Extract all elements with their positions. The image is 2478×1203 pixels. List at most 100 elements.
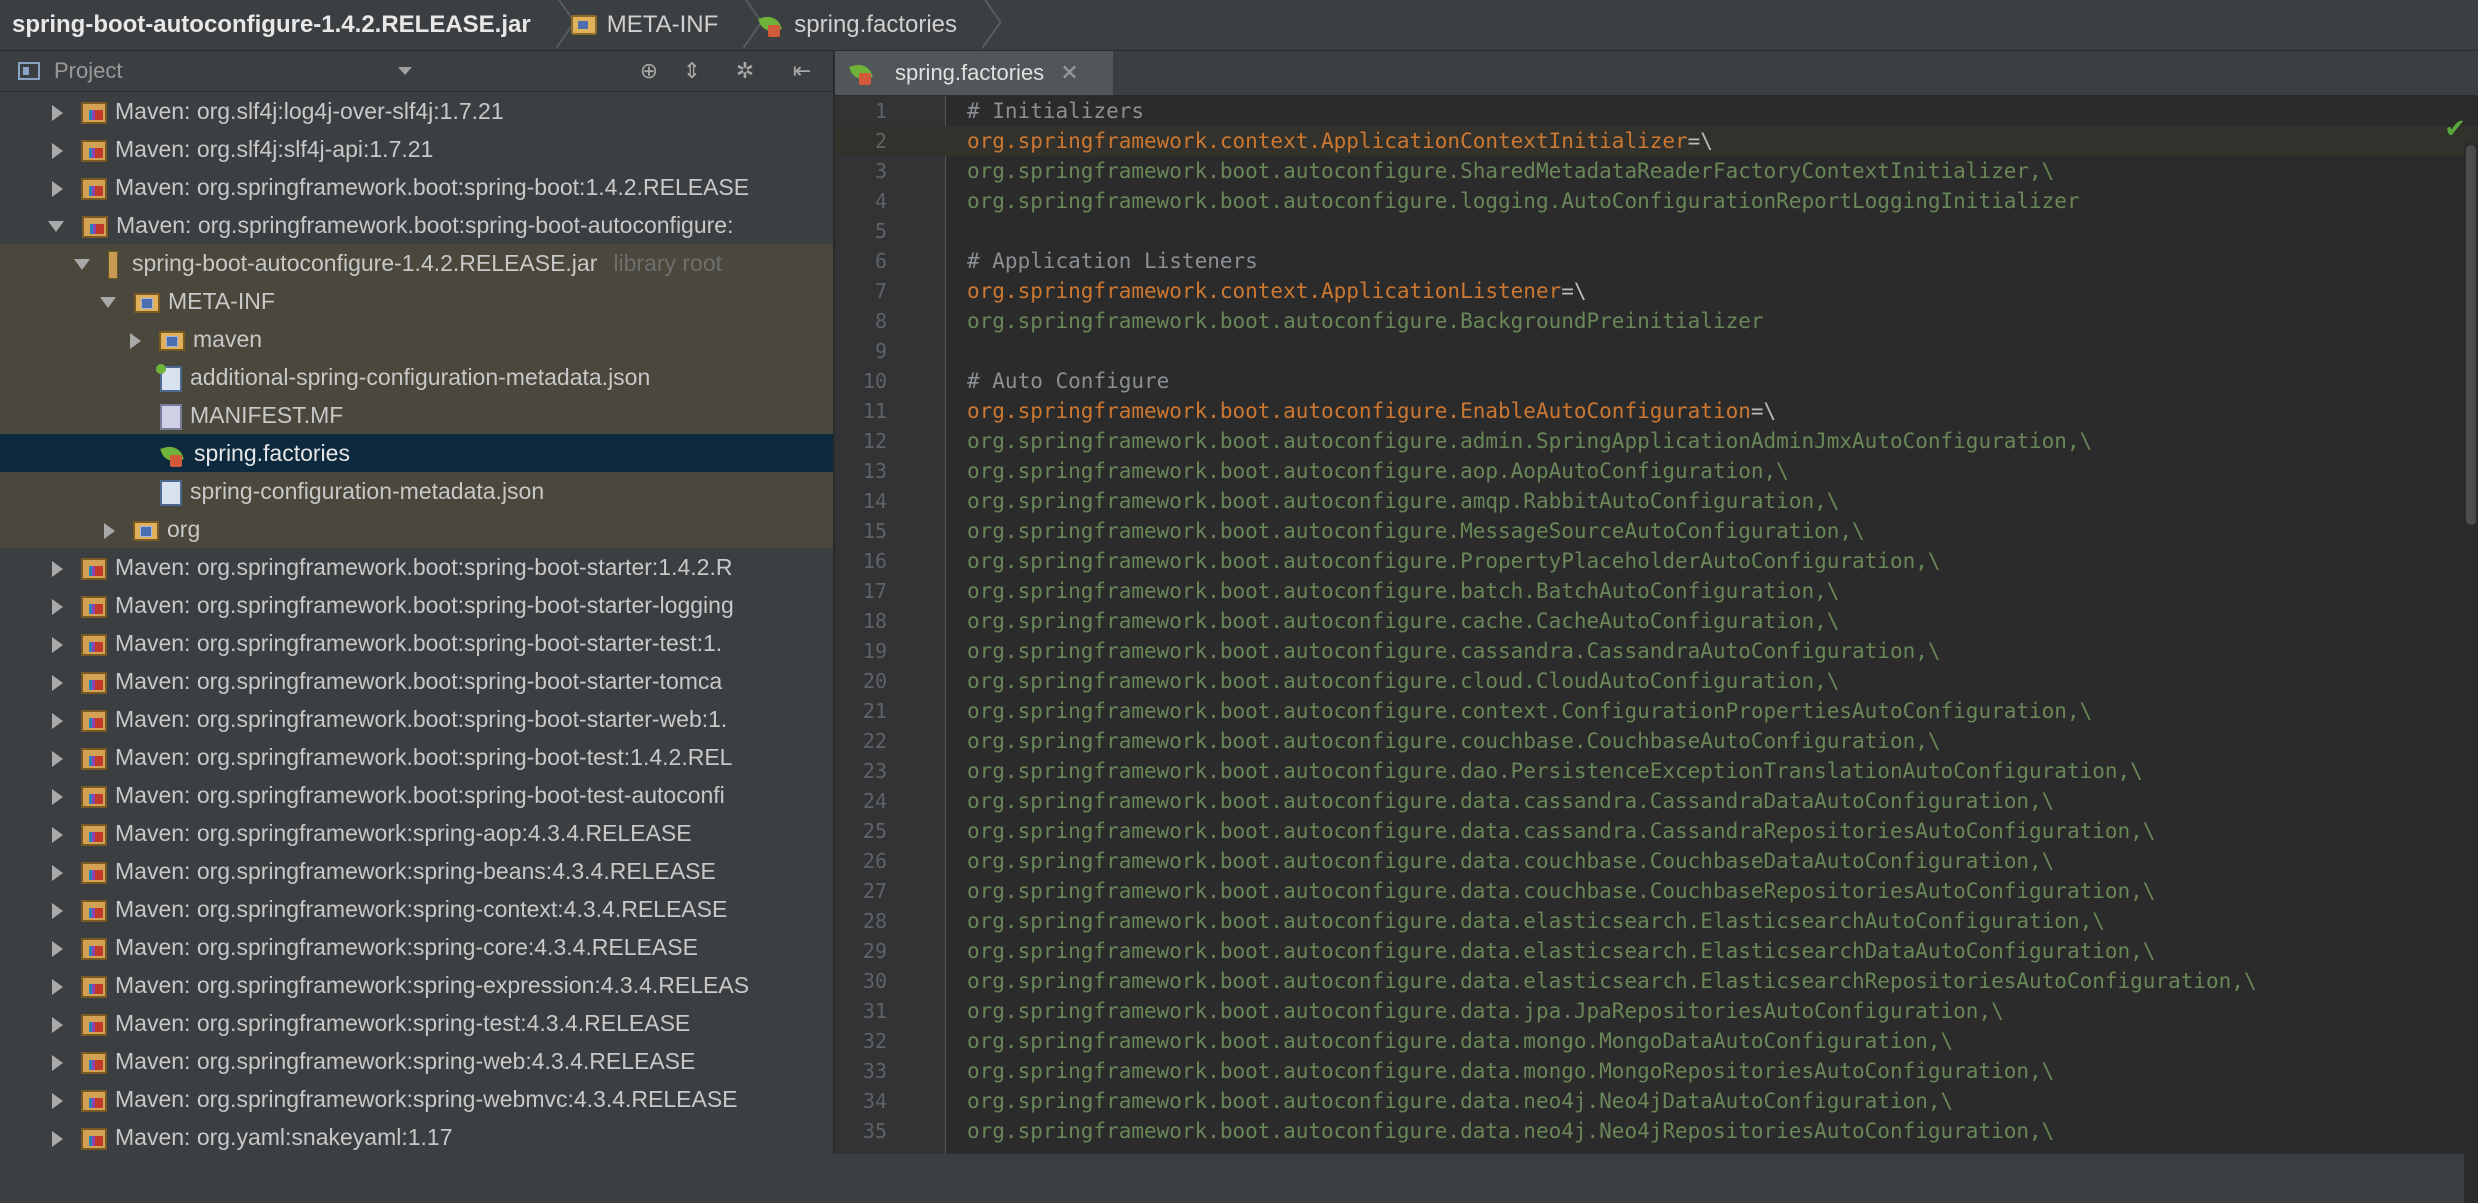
code-line[interactable]: 12 org.springframework.boot.autoconfigure… [835, 426, 2478, 456]
collapsed-arrow-icon[interactable] [52, 788, 63, 805]
collapsed-arrow-icon[interactable] [52, 864, 63, 881]
tree-row[interactable]: Maven: org.springframework.boot:spring-b… [0, 738, 833, 776]
collapsed-arrow-icon[interactable] [52, 712, 63, 729]
tree-row[interactable]: Maven: org.springframework:spring-aop:4.… [0, 814, 833, 852]
code-line[interactable]: 8 org.springframework.boot.autoconfigure.… [835, 306, 2478, 336]
code-line[interactable]: 31 org.springframework.boot.autoconfigure… [835, 996, 2478, 1026]
code-line[interactable]: 28 org.springframework.boot.autoconfigure… [835, 906, 2478, 936]
code-line[interactable]: 3 org.springframework.boot.autoconfigure.… [835, 156, 2478, 186]
code-line[interactable]: 16 org.springframework.boot.autoconfigure… [835, 546, 2478, 576]
tree-row[interactable]: META-INF [0, 282, 833, 320]
collapsed-arrow-icon[interactable] [52, 940, 63, 957]
collapsed-arrow-icon[interactable] [52, 560, 63, 577]
collapsed-arrow-icon[interactable] [52, 142, 63, 159]
collapsed-arrow-icon[interactable] [52, 1016, 63, 1033]
project-view-selector[interactable]: Project [54, 58, 122, 84]
code-line[interactable]: 35 org.springframework.boot.autoconfigure… [835, 1116, 2478, 1146]
collapsed-arrow-icon[interactable] [52, 636, 63, 653]
code-line[interactable]: 33 org.springframework.boot.autoconfigure… [835, 1056, 2478, 1086]
tree-row[interactable]: Maven: org.yaml:snakeyaml:1.17 [0, 1118, 833, 1154]
code-line[interactable]: 26 org.springframework.boot.autoconfigure… [835, 846, 2478, 876]
code-line[interactable]: 1 # Initializers [835, 96, 2478, 126]
tree-row[interactable]: Maven: org.springframework:spring-contex… [0, 890, 833, 928]
code-line[interactable]: 30 org.springframework.boot.autoconfigure… [835, 966, 2478, 996]
tree-row[interactable]: Maven: org.slf4j:slf4j-api:1.7.21 [0, 130, 833, 168]
code-line[interactable]: 22 org.springframework.boot.autoconfigure… [835, 726, 2478, 756]
code-line[interactable]: 23 org.springframework.boot.autoconfigure… [835, 756, 2478, 786]
code-line[interactable]: 29 org.springframework.boot.autoconfigure… [835, 936, 2478, 966]
collapsed-arrow-icon[interactable] [130, 332, 141, 349]
tree-row[interactable]: Maven: org.slf4j:log4j-over-slf4j:1.7.21 [0, 92, 833, 130]
code-line[interactable]: 9 [835, 336, 2478, 366]
chevron-down-icon[interactable] [398, 67, 412, 75]
breadcrumb-file[interactable]: spring.factories [748, 0, 969, 50]
tree-row[interactable]: Maven: org.springframework.boot:spring-b… [0, 624, 833, 662]
code-editor[interactable]: 1 # Initializers 2 org.springframework.cont… [835, 96, 2478, 1154]
collapsed-arrow-icon[interactable] [52, 902, 63, 919]
tree-row[interactable]: MANIFEST.MF [0, 396, 833, 434]
code-line[interactable]: 10 # Auto Configure [835, 366, 2478, 396]
code-line[interactable]: 2 org.springframework.context.Application… [835, 126, 2478, 156]
collapsed-arrow-icon[interactable] [52, 598, 63, 615]
tree-row[interactable]: Maven: org.springframework:spring-test:4… [0, 1004, 833, 1042]
code-line[interactable]: 27 org.springframework.boot.autoconfigure… [835, 876, 2478, 906]
locate-target-icon[interactable]: ⊕ [637, 59, 661, 83]
code-line[interactable]: 25 org.springframework.boot.autoconfigure… [835, 816, 2478, 846]
hide-panel-icon[interactable]: ⇤ [790, 59, 814, 83]
code-line[interactable]: 14 org.springframework.boot.autoconfigure… [835, 486, 2478, 516]
code-line[interactable]: 20 org.springframework.boot.autoconfigure… [835, 666, 2478, 696]
breadcrumb-jar[interactable]: spring-boot-autoconfigure-1.4.2.RELEASE.… [0, 0, 543, 50]
code-line[interactable]: 24 org.springframework.boot.autoconfigure… [835, 786, 2478, 816]
code-line[interactable]: 5 [835, 216, 2478, 246]
scrollbar-thumb[interactable] [2466, 145, 2476, 525]
tree-row[interactable]: Maven: org.springframework.boot:spring-b… [0, 168, 833, 206]
tree-row[interactable]: additional-spring-configuration-metadata… [0, 358, 833, 396]
code-line[interactable]: 19 org.springframework.boot.autoconfigure… [835, 636, 2478, 666]
code-line[interactable]: 4 org.springframework.boot.autoconfigure.… [835, 186, 2478, 216]
collapsed-arrow-icon[interactable] [52, 674, 63, 691]
code-line[interactable]: 34 org.springframework.boot.autoconfigure… [835, 1086, 2478, 1116]
collapsed-arrow-icon[interactable] [104, 522, 115, 539]
close-icon[interactable]: ✕ [1060, 60, 1078, 86]
tree-row[interactable]: Maven: org.springframework.boot:spring-b… [0, 700, 833, 738]
code-line[interactable]: 18 org.springframework.boot.autoconfigure… [835, 606, 2478, 636]
tree-row[interactable]: Maven: org.springframework.boot:spring-b… [0, 662, 833, 700]
code-line[interactable]: 15 org.springframework.boot.autoconfigure… [835, 516, 2478, 546]
tree-row[interactable]: Maven: org.springframework:spring-web:4.… [0, 1042, 833, 1080]
tree-row[interactable]: org [0, 510, 833, 548]
collapsed-arrow-icon[interactable] [52, 1092, 63, 1109]
expanded-arrow-icon[interactable] [74, 259, 90, 271]
collapsed-arrow-icon[interactable] [52, 1054, 63, 1071]
tree-row[interactable]: Maven: org.springframework.boot:spring-b… [0, 206, 833, 244]
gear-icon[interactable]: ✲ [733, 59, 757, 83]
tree-row[interactable]: maven [0, 320, 833, 358]
collapsed-arrow-icon[interactable] [52, 750, 63, 767]
code-line[interactable]: 32 org.springframework.boot.autoconfigure… [835, 1026, 2478, 1056]
collapsed-arrow-icon[interactable] [52, 104, 63, 121]
tab-spring-factories[interactable]: spring.factories ✕ [835, 51, 1113, 95]
tree-row[interactable]: spring-configuration-metadata.json [0, 472, 833, 510]
tree-row[interactable]: Maven: org.springframework.boot:spring-b… [0, 776, 833, 814]
collapsed-arrow-icon[interactable] [52, 978, 63, 995]
expanded-arrow-icon[interactable] [100, 297, 116, 309]
tree-row[interactable]: spring.factories [0, 434, 833, 472]
collapsed-arrow-icon[interactable] [52, 180, 63, 197]
code-line[interactable]: 21 org.springframework.boot.autoconfigure… [835, 696, 2478, 726]
tree-row[interactable]: Maven: org.springframework.boot:spring-b… [0, 548, 833, 586]
tree-row[interactable]: Maven: org.springframework:spring-core:4… [0, 928, 833, 966]
breadcrumb-folder[interactable]: META-INF [561, 0, 731, 50]
tree-row[interactable]: Maven: org.springframework:spring-beans:… [0, 852, 833, 890]
tree-row[interactable]: Maven: org.springframework:spring-expres… [0, 966, 833, 1004]
code-line[interactable]: 13 org.springframework.boot.autoconfigure… [835, 456, 2478, 486]
collapsed-arrow-icon[interactable] [52, 826, 63, 843]
code-line[interactable]: 11 org.springframework.boot.autoconfigure… [835, 396, 2478, 426]
tree-row[interactable]: Maven: org.springframework:spring-webmvc… [0, 1080, 833, 1118]
expanded-arrow-icon[interactable] [48, 221, 64, 233]
code-line[interactable]: 17 org.springframework.boot.autoconfigure… [835, 576, 2478, 606]
code-line[interactable]: 7 org.springframework.context.Application… [835, 276, 2478, 306]
tree-row[interactable]: Maven: org.springframework.boot:spring-b… [0, 586, 833, 624]
code-line[interactable]: 6 # Application Listeners [835, 246, 2478, 276]
tree-row[interactable]: spring-boot-autoconfigure-1.4.2.RELEASE.… [0, 244, 833, 282]
collapsed-arrow-icon[interactable] [52, 1130, 63, 1147]
collapse-all-icon[interactable]: ⇕ [680, 59, 704, 83]
